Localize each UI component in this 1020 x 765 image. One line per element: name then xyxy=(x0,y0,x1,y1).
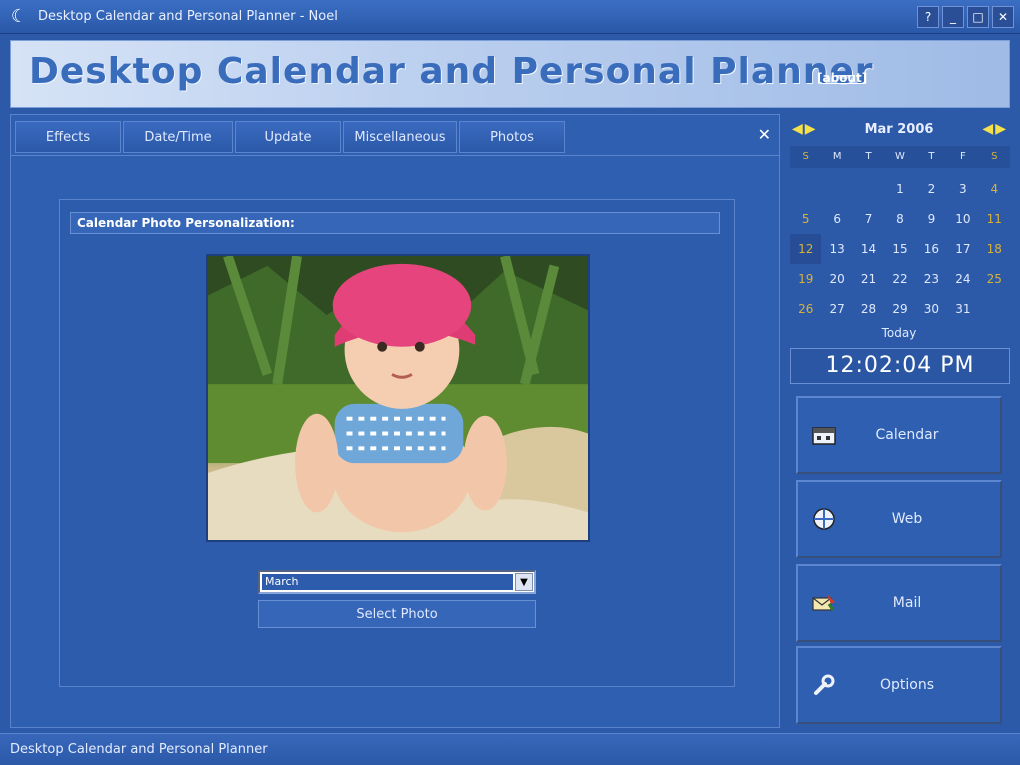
calendar-day[interactable]: 2 xyxy=(916,174,947,204)
calendar-day[interactable]: 10 xyxy=(947,204,978,234)
calendar-day[interactable]: 21 xyxy=(853,264,884,294)
calendar-day[interactable]: 28 xyxy=(853,294,884,324)
minimize-button[interactable]: _ xyxy=(942,6,964,28)
calendar-day[interactable]: 16 xyxy=(916,234,947,264)
main-panel: Effects Date/Time Update Miscellaneous P… xyxy=(10,114,780,728)
weekday-label: M xyxy=(832,151,842,162)
calendar-day[interactable]: 11 xyxy=(979,204,1010,234)
calendar-icon xyxy=(810,421,838,449)
title-bar: ☾ Desktop Calendar and Personal Planner … xyxy=(0,0,1020,34)
calendar-day[interactable]: 29 xyxy=(884,294,915,324)
calendar-day[interactable]: 18 xyxy=(979,234,1010,264)
calendar-day[interactable]: 15 xyxy=(884,234,915,264)
calendar-day[interactable]: 13 xyxy=(821,234,852,264)
calendar-day[interactable]: 20 xyxy=(821,264,852,294)
month-select-value: March xyxy=(262,574,513,590)
calendar-day[interactable]: 6 xyxy=(821,204,852,234)
calendar-day xyxy=(821,174,852,204)
maximize-button[interactable]: □ xyxy=(967,6,989,28)
calendar-button-label: Calendar xyxy=(875,427,939,443)
today-label: Today xyxy=(881,326,917,340)
tab-bar: Effects Date/Time Update Miscellaneous P… xyxy=(15,121,565,153)
calendar-day[interactable]: 25 xyxy=(979,264,1010,294)
weekday-label: S xyxy=(802,151,809,162)
calendar-day[interactable]: 19 xyxy=(790,264,821,294)
close-button[interactable]: ✕ xyxy=(992,6,1014,28)
select-photo-button[interactable]: Select Photo xyxy=(258,600,536,628)
photo-personalization-group: Calendar Photo Personalization: March ▼ … xyxy=(59,199,735,687)
tab-effects[interactable]: Effects xyxy=(15,121,121,153)
month-select[interactable]: March ▼ xyxy=(258,570,536,594)
banner-title: Desktop Calendar and Personal Planner xyxy=(29,51,874,92)
calendar-day[interactable]: 23 xyxy=(916,264,947,294)
next-month-icon[interactable]: ◀ xyxy=(982,121,993,137)
banner: Desktop Calendar and Personal Planner [a… xyxy=(10,40,1010,108)
tab-divider xyxy=(11,155,779,156)
web-button[interactable]: Web xyxy=(796,480,1002,558)
wrench-icon xyxy=(810,671,838,699)
status-text: Desktop Calendar and Personal Planner xyxy=(10,742,268,757)
next-arrows: ◀ ▶ xyxy=(982,121,1006,137)
mail-button[interactable]: Mail xyxy=(796,564,1002,642)
calendar-day[interactable]: 1 xyxy=(884,174,915,204)
tab-date-time[interactable]: Date/Time xyxy=(123,121,233,153)
prev-month-icon[interactable]: ▶ xyxy=(805,121,816,137)
calendar-day[interactable]: 17 xyxy=(947,234,978,264)
weekday-label: T xyxy=(928,151,935,162)
help-button[interactable]: ? xyxy=(917,6,939,28)
tab-miscellaneous[interactable]: Miscellaneous xyxy=(343,121,457,153)
next-year-icon[interactable]: ▶ xyxy=(995,121,1006,137)
calendar-day[interactable]: 26 xyxy=(790,294,821,324)
calendar-day[interactable]: 31 xyxy=(947,294,978,324)
calendar-day[interactable]: 5 xyxy=(790,204,821,234)
weekday-row: S M T W T F S xyxy=(790,146,1010,168)
window-title: Desktop Calendar and Personal Planner - … xyxy=(38,9,338,24)
banner-link[interactable]: [about] xyxy=(817,71,867,85)
calendar-day[interactable]: 3 xyxy=(947,174,978,204)
calendar-day[interactable]: 8 xyxy=(884,204,915,234)
mail-icon xyxy=(810,589,838,617)
calendar-header: ◀ ▶ Mar 2006 ◀ ▶ xyxy=(788,118,1010,140)
calendar-day xyxy=(853,174,884,204)
web-button-label: Web xyxy=(891,511,923,527)
prev-arrows: ◀ ▶ xyxy=(792,121,816,137)
web-icon xyxy=(810,505,838,533)
calendar-day[interactable]: 22 xyxy=(884,264,915,294)
status-bar: Desktop Calendar and Personal Planner xyxy=(0,733,1020,765)
options-button[interactable]: Options xyxy=(796,646,1002,724)
weekday-label: F xyxy=(959,151,966,162)
calendar-days-grid: 1 2 3 4 5 6 7 8 9 10 11 12 13 14 15 16 17 18 19 20 21 22 23 24 2… xyxy=(790,174,1010,324)
group-header: Calendar Photo Personalization: xyxy=(70,212,720,234)
calendar-day[interactable]: 30 xyxy=(916,294,947,324)
tab-update[interactable]: Update xyxy=(235,121,341,153)
calendar-day xyxy=(790,174,821,204)
calendar-day[interactable]: 24 xyxy=(947,264,978,294)
calendar-day[interactable]: 4 xyxy=(979,174,1010,204)
right-panel: ◀ ▶ Mar 2006 ◀ ▶ S M T W T F S 123456789… xyxy=(788,114,1010,728)
window-controls: ? _ □ ✕ xyxy=(917,6,1014,28)
photo-image xyxy=(208,256,588,540)
chevron-down-icon[interactable]: ▼ xyxy=(515,573,533,591)
calendar-day[interactable]: 9 xyxy=(916,204,947,234)
tab-photos[interactable]: Photos xyxy=(459,121,565,153)
close-tab-icon[interactable]: ✕ xyxy=(758,125,771,144)
calendar-day[interactable]: 7 xyxy=(853,204,884,234)
prev-year-icon[interactable]: ◀ xyxy=(792,121,803,137)
mail-button-label: Mail xyxy=(892,595,922,611)
clock-display: 12:02:04 PM xyxy=(790,348,1010,384)
app-icon: ☾ xyxy=(10,6,28,27)
calendar-button[interactable]: Calendar xyxy=(796,396,1002,474)
calendar-day xyxy=(979,294,1010,324)
calendar-photo xyxy=(206,254,590,542)
weekday-label: S xyxy=(991,151,998,162)
calendar-day[interactable]: 14 xyxy=(853,234,884,264)
calendar-day[interactable]: 12 xyxy=(790,234,822,264)
weekday-label: T xyxy=(865,151,872,162)
options-button-label: Options xyxy=(879,677,935,693)
weekday-label: W xyxy=(895,151,905,162)
calendar-month-title: Mar 2006 xyxy=(864,121,934,137)
calendar-day[interactable]: 27 xyxy=(821,294,852,324)
